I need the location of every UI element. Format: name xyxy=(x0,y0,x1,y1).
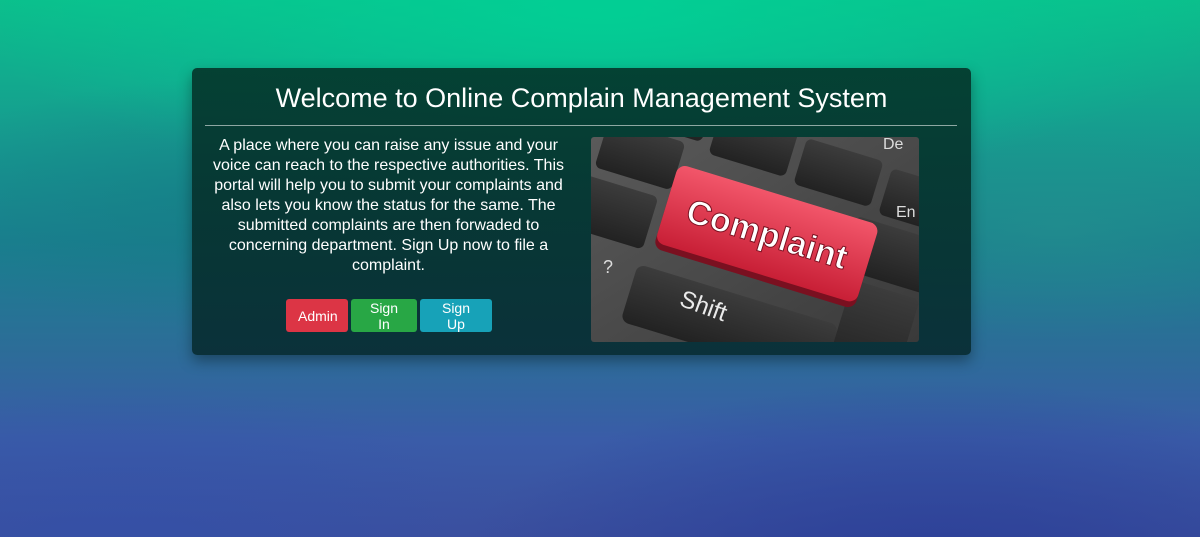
intro-description: A place where you can raise any issue an… xyxy=(213,137,564,274)
enter-key-label: En xyxy=(896,204,916,221)
delete-key-label: De xyxy=(883,137,904,153)
sign-up-button[interactable]: Sign Up xyxy=(420,299,492,332)
page-title: Welcome to Online Complain Management Sy… xyxy=(275,83,888,113)
title-divider xyxy=(205,125,957,126)
sign-in-button[interactable]: Sign In xyxy=(351,299,417,332)
action-buttons: Admin Sign In Sign Up xyxy=(286,299,492,332)
question-key-label: ? xyxy=(603,257,613,277)
complaint-keyboard-image: Complaint Shift ? En De xyxy=(591,137,919,342)
admin-button[interactable]: Admin xyxy=(286,299,348,332)
welcome-card: Welcome to Online Complain Management Sy… xyxy=(192,68,971,355)
